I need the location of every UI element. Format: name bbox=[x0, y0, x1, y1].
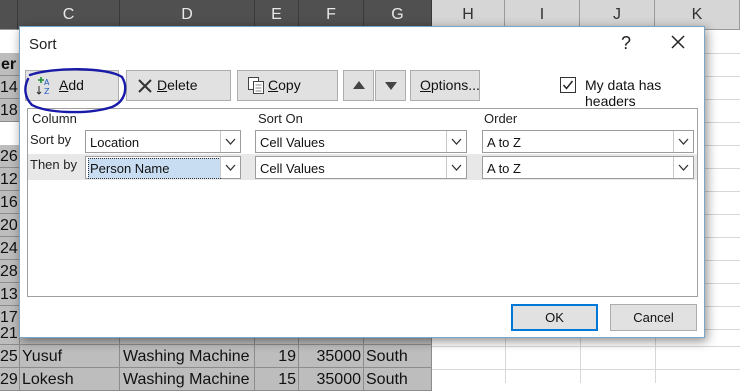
sort-by-column-value: Location bbox=[90, 135, 140, 150]
order-header-label: Order bbox=[484, 111, 518, 126]
then-by-sort-on-select[interactable]: Cell Values bbox=[255, 156, 467, 179]
ok-button[interactable]: OK bbox=[511, 304, 598, 331]
then-by-order-select[interactable]: A to Z bbox=[482, 156, 694, 179]
cell-amount[interactable]: 35000 bbox=[299, 345, 364, 368]
delete-level-icon bbox=[138, 79, 152, 93]
move-down-icon bbox=[385, 82, 397, 90]
sort-on-header-label: Sort On bbox=[258, 111, 303, 126]
cell-fragment: 14 bbox=[0, 76, 20, 99]
dropdown-arrow-icon bbox=[673, 157, 693, 178]
svg-text:Z: Z bbox=[44, 87, 50, 96]
row-header-corner bbox=[0, 0, 18, 30]
dialog-title: Sort bbox=[29, 36, 57, 53]
cell-fragment: 28 bbox=[0, 260, 20, 283]
sort-by-sort-on-select[interactable]: Cell Values bbox=[255, 130, 467, 153]
dropdown-arrow-icon bbox=[220, 157, 240, 178]
svg-text:A: A bbox=[44, 78, 50, 87]
cell-qty[interactable]: 15 bbox=[255, 368, 299, 391]
dropdown-arrow-icon bbox=[673, 131, 693, 152]
delete-level-button[interactable]: Delete Level bbox=[126, 70, 231, 122]
options-button[interactable]: Options... bbox=[410, 70, 480, 101]
cell-name[interactable]: Lokesh bbox=[20, 368, 120, 391]
then-by-column-select[interactable]: Person Name bbox=[85, 156, 241, 179]
cell-name[interactable]: Yusuf bbox=[20, 345, 120, 368]
then-by-label: Then by bbox=[30, 157, 77, 172]
cancel-button[interactable]: Cancel bbox=[610, 304, 697, 331]
cell-fragment: 20 bbox=[0, 214, 20, 237]
cell-fragment: 21 bbox=[0, 322, 20, 345]
sort-by-sort-on-value: Cell Values bbox=[260, 135, 325, 150]
add-level-button[interactable]: A Z Add Level bbox=[25, 70, 119, 122]
dropdown-arrow-icon bbox=[220, 131, 240, 152]
then-by-sort-on-value: Cell Values bbox=[260, 161, 325, 176]
move-up-button[interactable] bbox=[343, 70, 374, 101]
headers-checkbox[interactable] bbox=[560, 77, 576, 93]
cell-fragment: 13 bbox=[0, 283, 20, 306]
cell-product[interactable]: Washing Machine bbox=[120, 345, 255, 368]
header-fragment: er bbox=[0, 53, 20, 76]
add-level-icon: A Z bbox=[36, 77, 50, 96]
cell-region[interactable]: South bbox=[364, 368, 432, 391]
move-down-button[interactable] bbox=[375, 70, 406, 101]
cell-fragment: 29 bbox=[0, 368, 20, 391]
cell-region[interactable]: South bbox=[364, 345, 432, 368]
sort-by-order-value: A to Z bbox=[487, 135, 521, 150]
cell-amount[interactable]: 35000 bbox=[299, 368, 364, 391]
copy-level-button[interactable]: Copy Level bbox=[237, 70, 338, 122]
check-icon bbox=[562, 80, 574, 90]
cell-fragment: 24 bbox=[0, 237, 20, 260]
sort-dialog: Sort ? A Z Add Level Delete Level Copy L… bbox=[19, 26, 705, 338]
then-by-order-value: A to Z bbox=[487, 161, 521, 176]
close-button[interactable] bbox=[668, 32, 688, 52]
dropdown-arrow-icon bbox=[446, 157, 466, 178]
sort-by-label: Sort by bbox=[30, 132, 72, 147]
cell-product[interactable]: Washing Machine bbox=[120, 368, 255, 391]
options-label: Options... bbox=[420, 77, 480, 93]
close-icon bbox=[671, 35, 685, 49]
column-header-label: Column bbox=[32, 111, 77, 126]
copy-level-icon bbox=[248, 77, 264, 94]
cell-fragment: 25 bbox=[0, 345, 20, 368]
row-fragment: 25 bbox=[0, 348, 18, 365]
then-by-column-value: Person Name bbox=[88, 158, 221, 179]
cell-qty[interactable]: 19 bbox=[255, 345, 299, 368]
move-up-icon bbox=[353, 81, 365, 89]
dropdown-arrow-icon bbox=[446, 131, 466, 152]
cell-fragment: 12 bbox=[0, 168, 20, 191]
cell-fragment: 26 bbox=[0, 145, 20, 168]
sort-by-column-select[interactable]: Location bbox=[85, 130, 241, 153]
headers-label[interactable]: My data has headers bbox=[585, 77, 704, 109]
sort-by-order-select[interactable]: A to Z bbox=[482, 130, 694, 153]
help-button[interactable]: ? bbox=[618, 33, 634, 54]
cell-fragment: 18 bbox=[0, 99, 20, 122]
cell-fragment: 16 bbox=[0, 191, 20, 214]
